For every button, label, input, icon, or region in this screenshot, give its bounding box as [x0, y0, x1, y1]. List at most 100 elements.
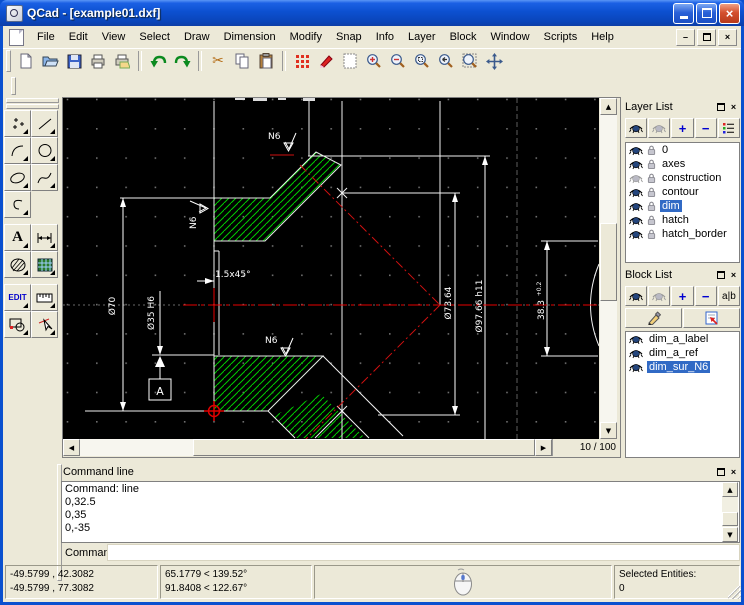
mdi-minimize-button[interactable]: – [676, 28, 695, 46]
tool-arc[interactable] [4, 137, 31, 164]
command-panel-close-button[interactable]: × [727, 466, 740, 478]
tool-ellipse[interactable] [4, 164, 31, 191]
redraw-button[interactable]: ? [338, 50, 362, 72]
maximize-button[interactable] [696, 2, 717, 24]
minimize-button[interactable] [673, 2, 694, 24]
vscroll-down-button[interactable]: ▼ [600, 422, 617, 439]
hide-all-blocks-button[interactable] [648, 286, 671, 306]
mdi-close-button[interactable]: × [718, 28, 737, 46]
menu-select[interactable]: Select [132, 28, 177, 46]
remove-layer-button[interactable]: − [694, 118, 717, 138]
qcad-app-icon[interactable] [6, 4, 23, 22]
menu-scripts[interactable]: Scripts [537, 28, 585, 46]
hscroll-left-button[interactable]: ◀ [63, 439, 80, 456]
copy-button[interactable] [230, 50, 254, 72]
menu-window[interactable]: Window [483, 28, 536, 46]
menu-info[interactable]: Info [369, 28, 401, 46]
command-input[interactable] [107, 544, 740, 561]
menu-edit[interactable]: Edit [62, 28, 95, 46]
menu-dimension[interactable]: Dimension [217, 28, 283, 46]
vscroll-up-button[interactable]: ▲ [600, 98, 617, 115]
pan-button[interactable] [482, 50, 506, 72]
tool-points[interactable] [4, 110, 31, 137]
menu-file[interactable]: File [30, 28, 62, 46]
command-history[interactable]: Command: line 0,32.5 0,35 0,-35 [61, 481, 740, 543]
zoom-previous-button[interactable] [434, 50, 458, 72]
add-layer-button[interactable]: + [671, 118, 694, 138]
zoom-in-button[interactable] [362, 50, 386, 72]
menu-help[interactable]: Help [584, 28, 621, 46]
show-all-blocks-button[interactable] [625, 286, 648, 306]
zoom-window-button[interactable] [458, 50, 482, 72]
zoom-out-button[interactable] [386, 50, 410, 72]
print-button[interactable] [86, 50, 110, 72]
layer-list-titlebar[interactable]: Layer List × [625, 99, 740, 115]
layer-row[interactable]: 0 [626, 143, 739, 157]
hscroll-track[interactable] [80, 439, 193, 456]
rename-block-button[interactable]: a|b [717, 286, 741, 306]
command-panel-float-button[interactable] [714, 466, 727, 478]
tool-hatch[interactable] [4, 251, 31, 278]
open-file-button[interactable] [38, 50, 62, 72]
show-all-layers-button[interactable] [625, 118, 648, 138]
paste-button[interactable] [254, 50, 278, 72]
remove-block-button[interactable]: − [694, 286, 717, 306]
cut-button[interactable]: ✂ [206, 50, 230, 72]
new-file-button[interactable] [14, 50, 38, 72]
layer-row[interactable]: hatch_border [626, 227, 739, 241]
dock-strip-handle[interactable] [11, 77, 16, 95]
layer-list-float-button[interactable] [714, 101, 727, 113]
tool-measure[interactable] [31, 284, 58, 311]
hscroll-thumb[interactable] [193, 439, 535, 456]
edit-block-button[interactable] [625, 308, 682, 328]
add-block-button[interactable]: + [671, 286, 694, 306]
command-panel-titlebar[interactable]: Command line × [63, 464, 740, 479]
toolbox-drag-handle[interactable] [6, 98, 59, 103]
block-list-titlebar[interactable]: Block List × [625, 267, 740, 283]
cmd-scroll-up-button[interactable]: ▲ [722, 482, 738, 497]
title-bar[interactable]: QCad - [example01.dxf] × [0, 0, 744, 26]
resize-grip[interactable] [728, 586, 741, 599]
layer-attributes-button[interactable] [717, 118, 741, 138]
block-row-selected[interactable]: dim_sur_N6 [626, 360, 739, 374]
block-row[interactable]: dim_a_ref [626, 346, 739, 360]
save-file-button[interactable] [62, 50, 86, 72]
menu-draw[interactable]: Draw [177, 28, 217, 46]
draft-mode-button[interactable] [314, 50, 338, 72]
cmd-scroll-down-button[interactable]: ▼ [722, 527, 738, 542]
command-history-scrollbar[interactable]: ▲ ▼ [722, 482, 738, 542]
document-icon[interactable] [9, 28, 24, 46]
cad-canvas[interactable]: 1.5x45° Ø70 Ø35 H6 Ø73.64 Ø97.66 h11 38.… [63, 98, 600, 443]
tool-select[interactable] [31, 311, 58, 338]
layer-row[interactable]: construction [626, 171, 739, 185]
tool-block[interactable] [4, 311, 31, 338]
print-preview-button[interactable] [110, 50, 134, 72]
zoom-auto-button[interactable] [410, 50, 434, 72]
layer-row[interactable]: hatch [626, 213, 739, 227]
hide-all-layers-button[interactable] [648, 118, 671, 138]
tool-line[interactable] [31, 110, 58, 137]
menu-view[interactable]: View [95, 28, 133, 46]
menu-layer[interactable]: Layer [401, 28, 443, 46]
block-list-float-button[interactable] [714, 269, 727, 281]
mdi-restore-button[interactable] [697, 28, 716, 46]
tool-circle[interactable] [31, 137, 58, 164]
tool-spline[interactable] [31, 164, 58, 191]
close-button[interactable]: × [719, 2, 740, 24]
menu-modify[interactable]: Modify [283, 28, 329, 46]
cmd-scroll-thumb[interactable] [722, 512, 738, 526]
toolbox-drag-handle[interactable] [6, 104, 59, 109]
vscroll-thumb[interactable] [600, 223, 617, 301]
menu-block[interactable]: Block [443, 28, 484, 46]
block-list-close-button[interactable]: × [727, 269, 740, 281]
menu-snap[interactable]: Snap [329, 28, 369, 46]
toolbar-drag-handle[interactable] [6, 50, 11, 72]
block-row[interactable]: dim_a_label [626, 332, 739, 346]
layer-row-selected[interactable]: dim [626, 199, 739, 213]
tool-edit[interactable]: EDIT [4, 284, 31, 311]
layer-row[interactable]: axes [626, 157, 739, 171]
tool-text[interactable]: A [4, 224, 31, 251]
layer-list-close-button[interactable]: × [727, 101, 740, 113]
tool-polyline[interactable] [4, 191, 31, 218]
insert-block-button[interactable] [683, 308, 740, 328]
